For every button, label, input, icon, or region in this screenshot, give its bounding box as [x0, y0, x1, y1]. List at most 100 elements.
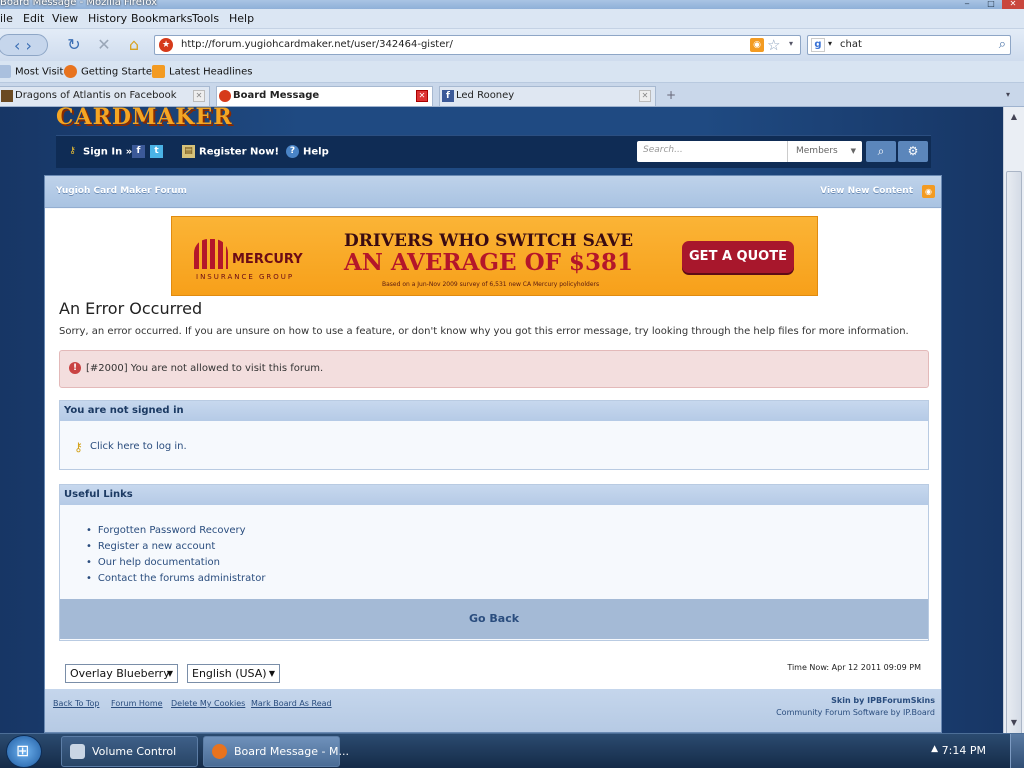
vertical-scrollbar[interactable]: ▲ ▼ [1003, 107, 1024, 751]
firefox-icon [212, 744, 227, 759]
menu-view[interactable]: View [52, 12, 78, 25]
key-icon: ⚷ [74, 440, 83, 454]
search-options-gear-icon[interactable]: ⚙ [898, 141, 928, 162]
back-icon[interactable]: ‹ [14, 36, 20, 55]
rss-icon[interactable]: ◉ [750, 38, 764, 52]
rss-icon[interactable]: ◉ [922, 185, 935, 198]
key-icon: ⚷ [69, 146, 76, 156]
clipboard-icon: ▤ [182, 145, 195, 158]
software-credit-link[interactable]: Community Forum Software by IP.Board [776, 708, 935, 717]
site-favicon [219, 90, 231, 102]
show-desktop-button[interactable] [1010, 734, 1024, 768]
home-icon[interactable]: ⌂ [124, 34, 144, 56]
close-tab-icon[interactable]: ✕ [193, 90, 205, 102]
facebook-login-icon[interactable]: f [132, 145, 149, 158]
taskbar-volume-control[interactable]: Volume Control [61, 736, 198, 767]
skin-select[interactable]: Overlay Blueberry ▼ [65, 664, 178, 683]
chevron-down-icon: ▼ [850, 147, 856, 155]
url-text[interactable]: http://forum.yugiohcardmaker.net/user/34… [181, 39, 453, 50]
language-select[interactable]: English (USA) ▼ [187, 664, 280, 683]
search-scope-select[interactable]: Members ▼ [787, 141, 862, 162]
forum-search-input[interactable]: Search... [643, 145, 683, 155]
link-help-docs[interactable]: Our help documentation [86, 555, 265, 571]
error-message: [#2000] You are not allowed to visit thi… [86, 363, 324, 374]
link-contact-admin[interactable]: Contact the forums administrator [86, 571, 266, 587]
start-button[interactable]: ⊞ [6, 735, 42, 768]
error-icon: ! [69, 362, 81, 374]
stop-icon[interactable]: ✕ [94, 34, 114, 56]
link-register[interactable]: Register a new account [86, 539, 265, 555]
page-viewport: CARDMAKER ⚷ Sign In » f t ▤ Register Now! … [0, 107, 1003, 733]
search-button[interactable]: ⌕ [866, 141, 896, 162]
menu-history[interactable]: History [88, 12, 127, 25]
menu-file[interactable]: ile [0, 12, 13, 25]
forum-search: Search... Members ▼ [637, 141, 862, 162]
tab-dragons-of-atlantis[interactable]: Dragons of Atlantis on Facebook ✕ [0, 86, 210, 106]
view-new-content-link[interactable]: View New Content [820, 186, 913, 196]
scroll-up-icon[interactable]: ▲ [1006, 109, 1022, 125]
forward-icon[interactable]: › [26, 36, 32, 55]
get-quote-button[interactable]: GET A QUOTE [682, 241, 794, 273]
menu-bookmarks[interactable]: Bookmarks [131, 12, 192, 25]
google-icon[interactable]: g [811, 38, 825, 52]
reload-icon[interactable]: ↻ [64, 34, 84, 56]
maximize-button[interactable]: □ [980, 0, 1002, 9]
close-window-button[interactable]: ✕ [1002, 0, 1024, 9]
tray-expand-icon[interactable]: ▲ [931, 744, 938, 754]
scrollbar-thumb[interactable] [1006, 171, 1022, 751]
menu-bar: ile Edit View History Bookmarks Tools He… [0, 9, 1024, 29]
breadcrumb-bar: Yugioh Card Maker Forum View New Content… [45, 176, 941, 208]
back-forward-buttons[interactable]: ‹ › [0, 34, 48, 56]
go-back-button[interactable]: Go Back [60, 599, 928, 639]
skin-credit-link[interactable]: Skin by IPBForumSkins [831, 696, 935, 705]
search-icon[interactable]: ⌕ [999, 37, 1006, 52]
menu-tools[interactable]: Tools [192, 12, 219, 25]
close-tab-icon[interactable]: ✕ [416, 90, 428, 102]
new-tab-button[interactable]: + [666, 88, 676, 102]
site-logo[interactable]: CARDMAKER [56, 107, 233, 130]
useful-links-panel: Useful Links Forgotten Password Recovery… [59, 484, 929, 641]
menu-help[interactable]: Help [229, 12, 254, 25]
forum-home-link[interactable]: Forum Home [111, 699, 163, 708]
bookmark-star-icon [0, 65, 11, 78]
tab-board-message[interactable]: Board Message ✕ [216, 86, 433, 106]
window-titlebar: Board Message - Mozilla Firefox ‒ □ ✕ [0, 0, 1024, 9]
browser-search-bar[interactable]: g ▾ chat ⌕ [807, 35, 1011, 55]
signin-panel-header: You are not signed in [60, 401, 928, 421]
signin-panel: You are not signed in ⚷ Click here to lo… [59, 400, 929, 470]
mark-board-read-link[interactable]: Mark Board As Read [251, 699, 332, 708]
content-area: MERCURY INSURANCE GROUP DRIVERS WHO SWIT… [45, 209, 941, 689]
taskbar-clock[interactable]: 7:14 PM [942, 744, 986, 757]
sign-in-link[interactable]: ⚷ Sign In » [66, 145, 132, 158]
help-icon: ? [286, 145, 299, 158]
link-password-recovery[interactable]: Forgotten Password Recovery [86, 523, 265, 539]
bookmark-latest-headlines[interactable]: Latest Headlines [152, 65, 253, 78]
twitter-login-icon[interactable]: t [150, 145, 167, 158]
menu-edit[interactable]: Edit [23, 12, 44, 25]
bookmark-getting-started[interactable]: Getting Started [64, 65, 158, 78]
taskbar-board-message[interactable]: Board Message - M... [203, 736, 349, 767]
user-bar: ⚷ Sign In » f t ▤ Register Now! ? Help Sear… [56, 135, 931, 168]
search-engine-dropdown-icon[interactable]: ▾ [828, 39, 832, 48]
delete-cookies-link[interactable]: Delete My Cookies [171, 699, 245, 708]
help-link[interactable]: ? Help [286, 145, 329, 158]
rss-icon [152, 65, 165, 78]
tab-strip: Dragons of Atlantis on Facebook ✕ Board … [0, 83, 1024, 107]
useful-links-list: Forgotten Password Recovery Register a n… [86, 523, 266, 587]
url-dropdown-icon[interactable]: ▾ [789, 39, 793, 48]
close-tab-icon[interactable]: ✕ [639, 90, 651, 102]
search-input-value[interactable]: chat [840, 39, 862, 50]
list-all-tabs-icon[interactable]: ▾ [1006, 90, 1010, 99]
address-bar[interactable]: ★ http://forum.yugiohcardmaker.net/user/… [154, 35, 801, 55]
back-to-top-link[interactable]: Back To Top [53, 699, 99, 708]
login-link[interactable]: Click here to log in. [90, 441, 187, 452]
tab-led-rooney[interactable]: f Led Rooney ✕ [439, 86, 656, 106]
advertisement-banner[interactable]: MERCURY INSURANCE GROUP DRIVERS WHO SWIT… [171, 216, 818, 296]
bookmark-star-icon[interactable]: ☆ [767, 36, 780, 54]
minimize-button[interactable]: ‒ [956, 0, 978, 9]
breadcrumb[interactable]: Yugioh Card Maker Forum [56, 186, 187, 196]
scroll-down-icon[interactable]: ▼ [1006, 715, 1022, 731]
chevron-down-icon: ▼ [268, 669, 275, 678]
register-link[interactable]: ▤ Register Now! [182, 145, 279, 158]
error-message-box: ! [#2000] You are not allowed to visit t… [59, 350, 929, 388]
